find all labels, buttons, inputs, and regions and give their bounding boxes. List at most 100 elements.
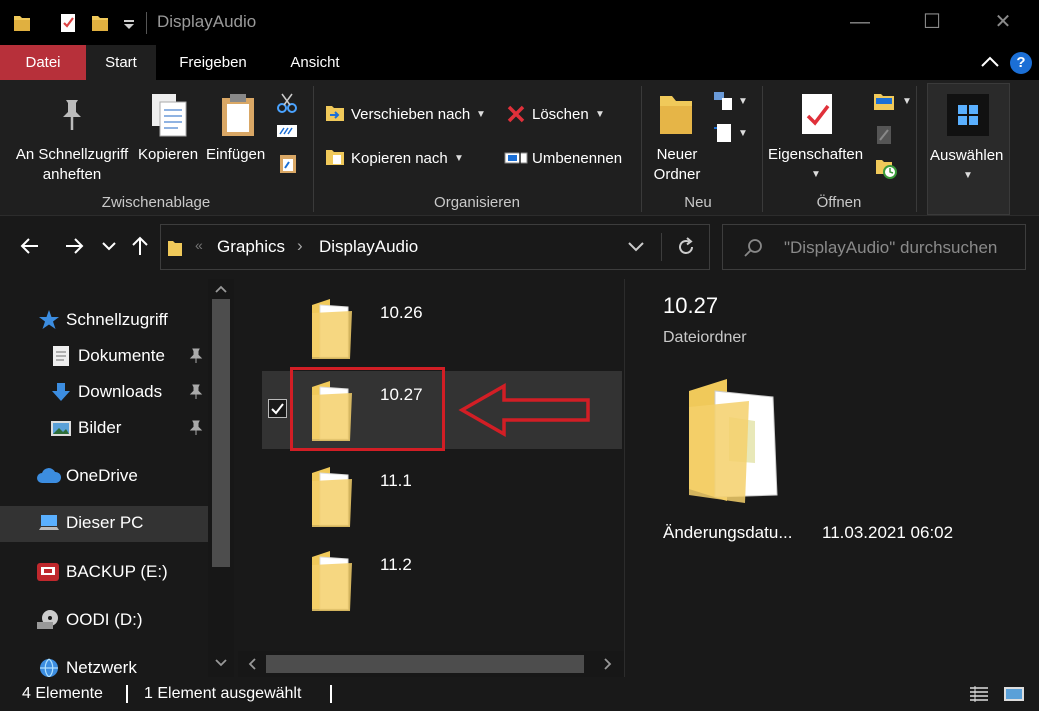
window-title: DisplayAudio	[157, 12, 257, 31]
list-item[interactable]: 10.26	[262, 289, 622, 367]
copy-path-icon[interactable]	[276, 122, 298, 140]
arrow-left-icon	[458, 382, 590, 438]
group-label-open: Öffnen	[816, 194, 862, 211]
customize-dropdown-icon[interactable]	[120, 12, 140, 34]
selection-checkbox[interactable]	[268, 399, 287, 418]
tab-start[interactable]: Start	[86, 45, 156, 80]
group-label-new: Neu	[684, 194, 712, 211]
open-dropdown-icon[interactable]: ▼	[902, 96, 912, 107]
sidebar-item-documents[interactable]: Dokumente	[0, 339, 208, 373]
folder-large-icon	[689, 379, 778, 503]
tab-datei[interactable]: Datei	[0, 45, 86, 80]
new-folder-large-icon	[660, 96, 692, 134]
disc-icon	[37, 610, 58, 629]
network-icon	[40, 658, 58, 677]
scroll-right-icon[interactable]	[602, 657, 614, 671]
sidebar-item-label: Bilder	[78, 418, 122, 437]
folder-icon[interactable]	[12, 12, 32, 34]
move-folder-icon	[326, 106, 344, 121]
folder-icon	[312, 467, 352, 527]
scroll-up-icon[interactable]	[214, 283, 228, 295]
details-view-icon[interactable]	[968, 685, 990, 703]
date-modified-value: 11.03.2021 06:02	[822, 523, 954, 542]
help-icon[interactable]: ?	[1010, 52, 1032, 74]
file-name: 11.1	[380, 471, 412, 490]
minimize-button[interactable]: —	[848, 10, 872, 34]
sidebar-item-this-pc[interactable]: Dieser PC	[0, 506, 208, 542]
pin-label-line2: anheften	[42, 166, 102, 183]
list-item[interactable]: 11.2	[262, 541, 622, 619]
properties-check-icon[interactable]	[58, 12, 78, 34]
new-item-icon[interactable]	[712, 90, 736, 112]
breadcrumb-separator[interactable]: ›	[297, 236, 303, 256]
sidebar-item-downloads[interactable]: Downloads	[0, 375, 208, 409]
address-divider	[661, 233, 662, 261]
details-pane: 10.27 Dateiordner Änderungsdatu... 11.03…	[624, 279, 1039, 677]
breadcrumb-item-graphics[interactable]: Graphics	[217, 237, 285, 257]
sidebar-item-oodi-drive[interactable]: OODI (D:)	[0, 603, 208, 637]
close-button[interactable]: ✕	[991, 10, 1015, 34]
download-arrow-icon	[52, 383, 70, 401]
highlight-box	[290, 367, 445, 451]
navigation-row: « Graphics › DisplayAudio "DisplayAudio"…	[0, 216, 1039, 279]
search-input[interactable]: "DisplayAudio" durchsuchen	[722, 224, 1026, 270]
scroll-down-icon[interactable]	[214, 657, 228, 669]
scrollbar-thumb[interactable]	[212, 299, 230, 567]
pictures-icon	[51, 421, 71, 436]
maximize-button[interactable]: ☐	[920, 10, 944, 34]
drive-icon	[37, 563, 59, 581]
easy-access-dropdown-icon[interactable]: ▼	[738, 128, 748, 139]
checkmark-icon	[271, 403, 284, 415]
new-item-dropdown-icon[interactable]: ▼	[738, 96, 748, 107]
up-arrow-icon[interactable]	[128, 234, 152, 258]
pin-icon[interactable]	[188, 384, 204, 400]
breadcrumb-overflow-icon[interactable]: «	[195, 237, 203, 253]
open-icon[interactable]	[872, 92, 896, 112]
recent-locations-chevron-icon[interactable]	[100, 234, 118, 258]
sidebar-item-label: Schnellzugriff	[66, 310, 168, 329]
horizontal-scrollbar[interactable]	[238, 651, 624, 677]
address-bar[interactable]: « Graphics › DisplayAudio	[160, 224, 710, 270]
tab-freigeben[interactable]: Freigeben	[164, 45, 262, 80]
copy-to-dropdown-icon: ▼	[454, 153, 464, 164]
sidebar-item-backup-drive[interactable]: BACKUP (E:)	[0, 555, 208, 589]
sidebar-item-onedrive[interactable]: OneDrive	[0, 459, 208, 493]
navigation-scrollbar[interactable]	[208, 279, 234, 677]
sidebar-item-pictures[interactable]: Bilder	[0, 411, 208, 445]
rename-icon	[504, 151, 528, 165]
cut-icon[interactable]	[276, 92, 298, 114]
scrollbar-thumb[interactable]	[266, 655, 584, 673]
pin-icon[interactable]	[188, 420, 204, 436]
navigation-pane: Schnellzugriff Dokumente Downloads Bilde…	[0, 279, 238, 677]
history-icon[interactable]	[874, 156, 898, 180]
large-icons-view-icon[interactable]	[1002, 684, 1026, 704]
sidebar-item-network[interactable]: Netzwerk	[0, 651, 208, 677]
address-dropdown-icon[interactable]	[627, 240, 645, 254]
back-arrow-icon[interactable]	[18, 234, 42, 258]
copy-icon	[152, 94, 187, 137]
select-button[interactable]: Auswählen ▼	[927, 83, 1010, 215]
edit-icon[interactable]	[874, 124, 894, 146]
refresh-icon[interactable]	[675, 236, 697, 258]
computer-icon	[39, 515, 59, 530]
title-bar: DisplayAudio — ☐ ✕	[0, 0, 1039, 45]
new-folder-icon[interactable]	[90, 12, 110, 34]
select-dropdown-icon: ▼	[963, 170, 973, 181]
file-name: 11.2	[380, 555, 412, 574]
paste-shortcut-icon[interactable]	[278, 152, 298, 174]
star-icon	[39, 310, 59, 329]
list-item[interactable]: 11.1	[262, 457, 622, 535]
paste-label: Einfügen	[206, 146, 266, 163]
pin-icon[interactable]	[188, 348, 204, 364]
properties-dropdown-icon: ▼	[811, 169, 821, 180]
forward-arrow-icon[interactable]	[62, 234, 86, 258]
tab-ansicht[interactable]: Ansicht	[276, 45, 354, 80]
breadcrumb-item-displayaudio[interactable]: DisplayAudio	[319, 237, 418, 257]
easy-access-icon[interactable]	[714, 122, 734, 144]
date-modified-label: Änderungsdatu...	[663, 523, 793, 542]
sidebar-item-quick-access[interactable]: Schnellzugriff	[0, 303, 208, 337]
scroll-left-icon[interactable]	[246, 657, 258, 671]
delete-label: Löschen	[532, 106, 589, 123]
ribbon-collapse-icon[interactable]	[978, 51, 1002, 75]
move-to-dropdown-icon: ▼	[476, 109, 486, 120]
